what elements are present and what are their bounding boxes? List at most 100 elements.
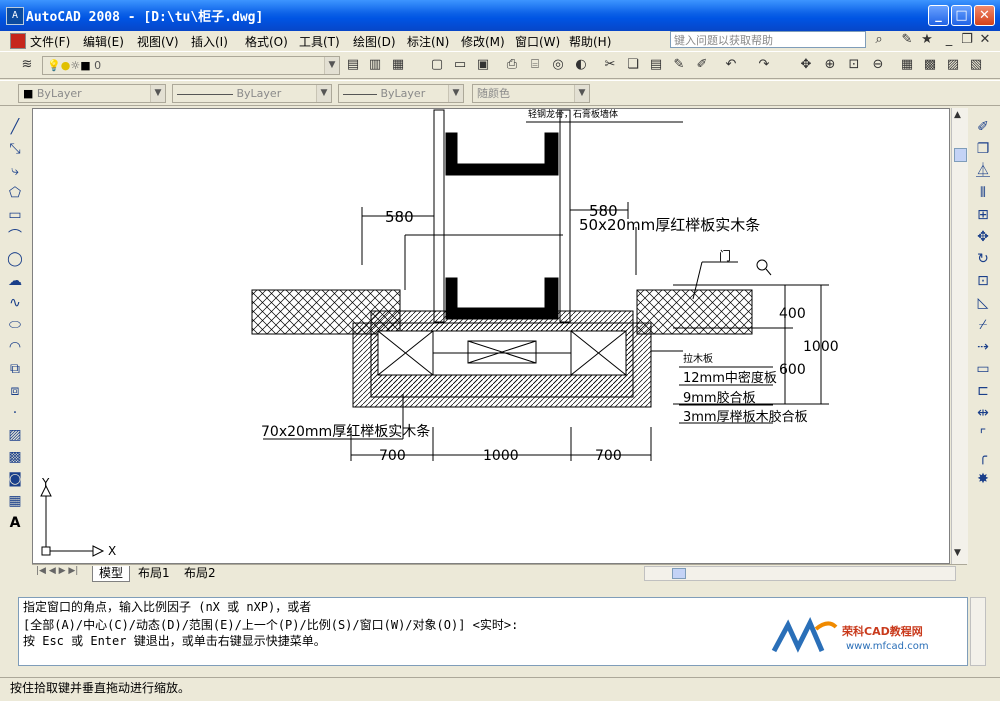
lineweight-combo[interactable]: ByLayer ▼ [338, 84, 464, 103]
menu-dimension[interactable]: 标注(N) [407, 33, 449, 50]
revision-cloud-icon[interactable]: ☁ [6, 272, 24, 290]
command-scrollbar[interactable] [970, 597, 986, 666]
doc-restore-button[interactable]: ❐ [958, 31, 976, 49]
trim-icon[interactable]: ⌿ [974, 316, 992, 334]
gradient-icon[interactable]: ▩ [6, 448, 24, 466]
offset-icon[interactable]: ⫴ [974, 184, 992, 202]
maximize-button[interactable]: □ [951, 5, 972, 26]
document-icon[interactable] [10, 33, 26, 49]
doc-minimize-button[interactable]: _ [940, 31, 958, 49]
design-center-icon[interactable]: ▩ [921, 56, 939, 74]
array-icon[interactable]: ⊞ [974, 206, 992, 224]
dwf-icon[interactable]: ◐ [572, 56, 590, 74]
hatch-icon[interactable]: ▨ [6, 426, 24, 444]
doc-close-button[interactable]: ✕ [976, 31, 994, 49]
layer-manager-icon[interactable]: ≋ [18, 56, 36, 74]
menu-view[interactable]: 视图(V) [137, 33, 179, 50]
region-icon[interactable]: ◙ [6, 470, 24, 488]
explode-icon[interactable]: ✸ [974, 470, 992, 488]
layer-previous-icon[interactable]: ▥ [366, 56, 384, 74]
communication-center-icon[interactable]: ✎ [898, 31, 916, 49]
menu-window[interactable]: 窗口(W) [515, 33, 560, 50]
circle-icon[interactable]: ◯ [6, 250, 24, 268]
make-layer-current-icon[interactable]: ▤ [344, 56, 362, 74]
join-icon[interactable]: ⇹ [974, 404, 992, 422]
tab-layout2[interactable]: 布局2 [178, 566, 222, 581]
open-file-icon[interactable]: ▭ [451, 56, 469, 74]
menu-modify[interactable]: 修改(M) [461, 33, 505, 50]
polygon-icon[interactable]: ⬠ [6, 184, 24, 202]
scroll-thumb[interactable] [954, 148, 967, 162]
color-combo[interactable]: ■ ByLayer ▼ [18, 84, 166, 103]
spline-icon[interactable]: ∿ [6, 294, 24, 312]
construction-line-icon[interactable]: ⤡ [6, 140, 24, 158]
plot-icon[interactable]: ⎙ [503, 56, 521, 74]
multiline-text-icon[interactable]: A [6, 514, 24, 532]
extend-icon[interactable]: ⇢ [974, 338, 992, 356]
menu-insert[interactable]: 插入(I) [191, 33, 228, 50]
sheet-set-icon[interactable]: ▧ [967, 56, 985, 74]
redo-icon[interactable]: ↷ [755, 56, 773, 74]
paste-icon[interactable]: ▤ [647, 56, 665, 74]
match-properties-icon[interactable]: ✎ [670, 56, 688, 74]
menu-edit[interactable]: 编辑(E) [83, 33, 124, 50]
plot-preview-icon[interactable]: ⌸ [526, 56, 544, 74]
zoom-window-icon[interactable]: ⊡ [845, 56, 863, 74]
help-search-input[interactable]: 键入问题以获取帮助 [670, 31, 866, 48]
layer-states-icon[interactable]: ▦ [389, 56, 407, 74]
menu-format[interactable]: 格式(O) [245, 33, 288, 50]
chevron-down-icon[interactable]: ▼ [150, 85, 165, 102]
minimize-button[interactable]: _ [928, 5, 949, 26]
line-icon[interactable]: ╱ [6, 118, 24, 136]
mirror-icon[interactable]: ⏅ [974, 162, 992, 180]
arc-icon[interactable]: ⌒ [6, 228, 24, 246]
stretch-icon[interactable]: ◺ [974, 294, 992, 312]
insert-block-icon[interactable]: ⧉ [6, 360, 24, 378]
plotstyle-combo[interactable]: 随颜色 ▼ [472, 84, 590, 103]
scroll-down-icon[interactable]: ▼ [954, 548, 961, 558]
chevron-down-icon[interactable]: ▼ [574, 85, 589, 102]
table-icon[interactable]: ▦ [6, 492, 24, 510]
chamfer-icon[interactable]: ⌜ [974, 426, 992, 444]
menu-help[interactable]: 帮助(H) [569, 33, 611, 50]
favorites-star-icon[interactable]: ★ [918, 31, 936, 49]
zoom-previous-icon[interactable]: ⊖ [869, 56, 887, 74]
move-icon[interactable]: ✥ [974, 228, 992, 246]
tab-layout1[interactable]: 布局1 [132, 566, 176, 581]
make-block-icon[interactable]: ⧈ [6, 382, 24, 400]
autocad-app-icon[interactable]: A [6, 7, 24, 25]
chevron-down-icon[interactable]: ▼ [324, 57, 339, 74]
ellipse-icon[interactable]: ⬭ [6, 316, 24, 334]
search-icon[interactable]: ⌕ [870, 31, 888, 49]
menu-draw[interactable]: 绘图(D) [353, 33, 396, 50]
break-at-point-icon[interactable]: ▭ [974, 360, 992, 378]
fillet-icon[interactable]: ╭ [974, 448, 992, 466]
copy-icon[interactable]: ❏ [624, 56, 642, 74]
ellipse-arc-icon[interactable]: ◠ [6, 338, 24, 356]
zoom-realtime-icon[interactable]: ⊕ [821, 56, 839, 74]
rectangle-icon[interactable]: ▭ [6, 206, 24, 224]
block-editor-icon[interactable]: ✐ [693, 56, 711, 74]
close-button[interactable]: ✕ [974, 5, 995, 26]
vertical-scrollbar[interactable]: ▲ ▼ [951, 108, 968, 564]
rotate-icon[interactable]: ↻ [974, 250, 992, 268]
erase-icon[interactable]: ✐ [974, 118, 992, 136]
chevron-down-icon[interactable]: ▼ [448, 85, 463, 102]
layer-combo[interactable]: 💡●☼■ 0 ▼ [42, 56, 340, 75]
linetype-combo[interactable]: ByLayer ▼ [172, 84, 332, 103]
scale-icon[interactable]: ⊡ [974, 272, 992, 290]
pan-icon[interactable]: ✥ [797, 56, 815, 74]
save-icon[interactable]: ▣ [474, 56, 492, 74]
polyline-icon[interactable]: ⤷ [6, 162, 24, 180]
point-icon[interactable]: · [6, 404, 24, 422]
menu-file[interactable]: 文件(F) [30, 33, 70, 50]
break-icon[interactable]: ⊏ [974, 382, 992, 400]
horizontal-scrollbar[interactable] [644, 566, 956, 581]
drawing-canvas[interactable]: 轻钢龙骨，石膏板墙体 580 580 50x20mm厚红榉板实木条 门 400 … [32, 108, 950, 564]
tab-nav-arrows-icon[interactable]: |◀ ◀ ▶ ▶| [36, 566, 78, 576]
copy-object-icon[interactable]: ❐ [974, 140, 992, 158]
undo-icon[interactable]: ↶ [722, 56, 740, 74]
cut-icon[interactable]: ✂ [601, 56, 619, 74]
tool-palettes-icon[interactable]: ▨ [944, 56, 962, 74]
scroll-up-icon[interactable]: ▲ [954, 110, 961, 120]
